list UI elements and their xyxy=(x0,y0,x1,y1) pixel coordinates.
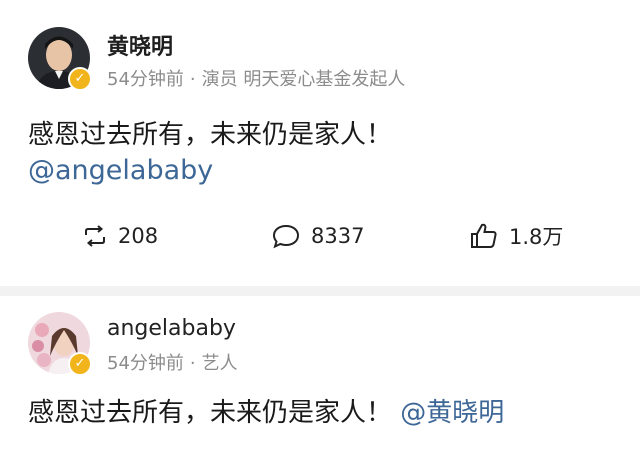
post-content: 感恩过去所有，未来仍是家人！ xyxy=(28,120,393,150)
comment-button[interactable]: 8337 xyxy=(271,216,364,256)
post-time: 54分钟前 xyxy=(107,353,184,374)
mention-link[interactable]: @黄晓明 xyxy=(400,398,504,428)
username[interactable]: 黄晓明 xyxy=(107,29,173,61)
like-count: 1.8万 xyxy=(509,225,564,249)
action-bar: 208 8337 1.8万 xyxy=(0,216,640,256)
repost-count: 208 xyxy=(118,224,159,248)
post-content: 感恩过去所有，未来仍是家人！ @黄晓明 xyxy=(28,392,504,429)
like-icon xyxy=(471,223,497,248)
repost-icon xyxy=(85,225,105,247)
weibo-feed: ✓ 黄晓明 54分钟前 · 演员 明天爱心基金发起人 感恩过去所有，未来仍是家人！ … xyxy=(0,0,640,455)
meta-separator: · xyxy=(189,353,196,374)
mention-link[interactable]: @angelababy xyxy=(28,155,213,186)
comment-icon xyxy=(272,224,300,249)
repost-button[interactable]: 208 xyxy=(82,216,158,256)
like-button[interactable]: 1.8万 xyxy=(469,216,563,256)
user-description: 演员 明天爱心基金发起人 xyxy=(201,69,406,90)
username[interactable]: angelababy xyxy=(107,316,236,341)
comment-count: 8337 xyxy=(311,224,365,248)
post-divider xyxy=(0,286,640,296)
meta-separator: · xyxy=(189,69,196,90)
post-angelababy: ✓ angelababy 54分钟前 · 艺人 感恩过去所有，未来仍是家人！ @黄晓… xyxy=(0,298,640,455)
post-huangxiaoming: ✓ 黄晓明 54分钟前 · 演员 明天爱心基金发起人 感恩过去所有，未来仍是家人！ … xyxy=(0,0,640,280)
post-meta: 54分钟前 · 演员 明天爱心基金发起人 xyxy=(107,65,405,91)
post-meta: 54分钟前 · 艺人 xyxy=(107,349,238,375)
avatar[interactable]: ✓ xyxy=(28,312,92,376)
avatar[interactable]: ✓ xyxy=(28,27,92,91)
verified-badge-icon: ✓ xyxy=(68,67,92,91)
verified-badge-icon: ✓ xyxy=(68,352,92,376)
post-time: 54分钟前 xyxy=(107,69,184,90)
user-description: 艺人 xyxy=(201,353,238,374)
post-content-text: 感恩过去所有，未来仍是家人！ xyxy=(28,398,393,428)
